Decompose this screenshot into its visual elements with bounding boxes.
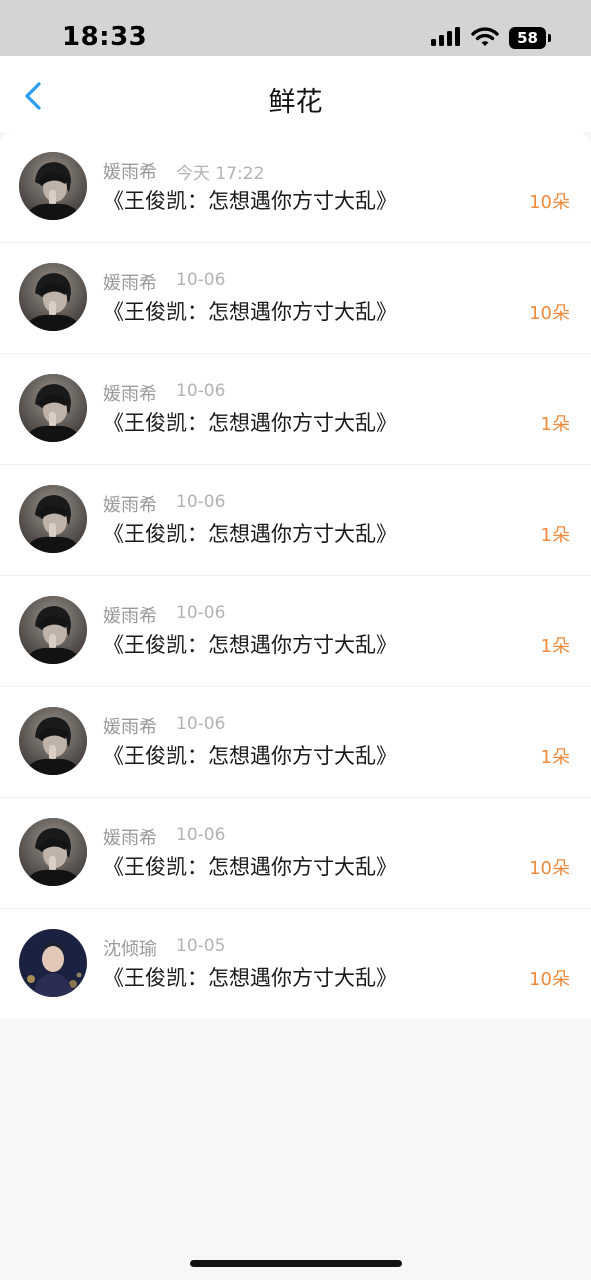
wifi-icon [471,27,499,46]
sender-name: 媛雨希 [103,162,157,183]
flower-count: 1朵 [540,747,570,768]
flower-count: 1朵 [540,414,570,435]
battery-level: 58 [509,27,546,49]
avatar-image [19,152,87,220]
avatar[interactable] [19,818,87,886]
gift-date: 10-06 [176,381,226,401]
avatar[interactable] [19,485,87,553]
flower-count: 1朵 [540,636,570,657]
avatar[interactable] [19,374,87,442]
battery-icon: 58 [509,27,551,49]
list-item[interactable]: 媛雨希 10-06 《王俊凯：怎想遇你方寸大乱》 10朵 [0,798,591,909]
status-bar: 18:33 58 [0,0,591,56]
flower-count: 10朵 [529,858,570,879]
flowers-screen: 18:33 58 鲜花 媛雨希 今天 17:22 《王俊凯：怎想遇你方寸大乱》 … [0,0,591,1280]
book-title: 《王俊凯：怎想遇你方寸大乱》 [103,411,397,435]
avatar-image [19,596,87,664]
avatar-image [19,485,87,553]
sender-name: 媛雨希 [103,828,157,849]
nav-bar: 鲜花 [0,56,591,132]
sender-name: 媛雨希 [103,273,157,294]
page-title: 鲜花 [268,87,323,118]
flower-count: 10朵 [529,303,570,324]
status-time: 18:33 [62,22,148,52]
gift-date: 10-06 [176,603,226,623]
sender-name: 媛雨希 [103,384,157,405]
avatar[interactable] [19,596,87,664]
book-title: 《王俊凯：怎想遇你方寸大乱》 [103,522,397,546]
book-title: 《王俊凯：怎想遇你方寸大乱》 [103,855,397,879]
avatar[interactable] [19,929,87,997]
gift-date: 10-05 [176,936,226,956]
flower-count: 10朵 [529,969,570,990]
list-item[interactable]: 媛雨希 10-06 《王俊凯：怎想遇你方寸大乱》 1朵 [0,576,591,687]
avatar-image [19,707,87,775]
avatar-image [19,263,87,331]
flower-count: 10朵 [529,192,570,213]
gift-date: 10-06 [176,714,226,734]
list-item[interactable]: 媛雨希 10-06 《王俊凯：怎想遇你方寸大乱》 10朵 [0,243,591,354]
home-indicator[interactable] [190,1260,402,1267]
gift-date: 10-06 [176,492,226,512]
flower-list: 媛雨希 今天 17:22 《王俊凯：怎想遇你方寸大乱》 10朵 媛雨希 10-0… [0,132,591,1019]
list-item[interactable]: 媛雨希 10-06 《王俊凯：怎想遇你方寸大乱》 1朵 [0,465,591,576]
list-item[interactable]: 媛雨希 今天 17:22 《王俊凯：怎想遇你方寸大乱》 10朵 [0,132,591,243]
flower-count: 1朵 [540,525,570,546]
list-item[interactable]: 媛雨希 10-06 《王俊凯：怎想遇你方寸大乱》 1朵 [0,687,591,798]
avatar-image [19,818,87,886]
signal-icon [431,27,460,46]
book-title: 《王俊凯：怎想遇你方寸大乱》 [103,189,397,213]
book-title: 《王俊凯：怎想遇你方寸大乱》 [103,300,397,324]
avatar[interactable] [19,152,87,220]
avatar-image [19,929,87,997]
sender-name: 媛雨希 [103,717,157,738]
gift-date: 10-06 [176,270,226,290]
book-title: 《王俊凯：怎想遇你方寸大乱》 [103,633,397,657]
gift-date: 今天 17:22 [176,164,265,184]
book-title: 《王俊凯：怎想遇你方寸大乱》 [103,744,397,768]
book-title: 《王俊凯：怎想遇你方寸大乱》 [103,966,397,990]
sender-name: 媛雨希 [103,495,157,516]
avatar[interactable] [19,263,87,331]
avatar-image [19,374,87,442]
sender-name: 沈倾瑜 [103,939,157,960]
avatar[interactable] [19,707,87,775]
sender-name: 媛雨希 [103,606,157,627]
gift-date: 10-06 [176,825,226,845]
list-item[interactable]: 媛雨希 10-06 《王俊凯：怎想遇你方寸大乱》 1朵 [0,354,591,465]
list-item[interactable]: 沈倾瑜 10-05 《王俊凯：怎想遇你方寸大乱》 10朵 [0,909,591,1019]
